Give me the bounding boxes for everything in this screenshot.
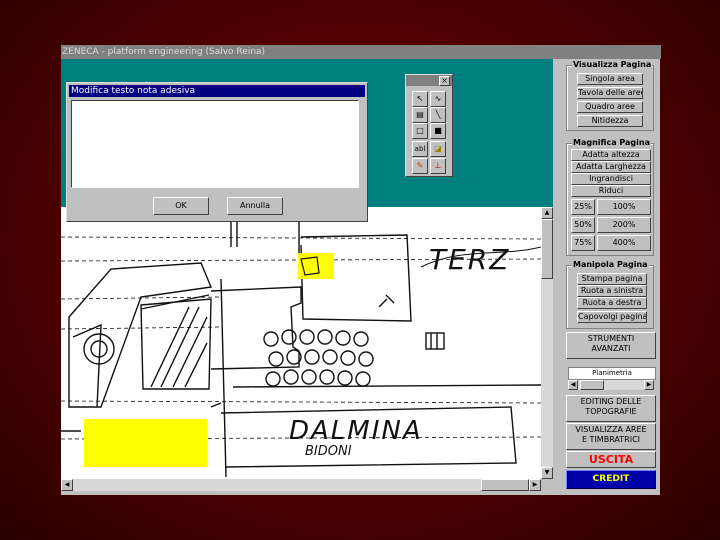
group-title-manipola: Manipola Pagina — [572, 259, 649, 270]
cancel-button[interactable]: Annulla — [227, 197, 283, 215]
dialog-title: Modifica testo nota adesiva — [69, 85, 365, 97]
highlighter-tool-icon[interactable]: ▤ — [412, 107, 428, 123]
text-tool-icon[interactable]: abl — [412, 141, 428, 157]
planimetria-thumb[interactable] — [580, 380, 604, 390]
close-icon[interactable]: × — [439, 76, 450, 86]
ruota-destra-button[interactable]: Ruota a destra — [577, 297, 647, 309]
riduci-button[interactable]: Riduci — [571, 185, 651, 197]
sticky-note-tool-icon[interactable]: ◪ — [430, 141, 446, 157]
toolbox-titlebar[interactable]: × — [406, 75, 452, 86]
scroll-up-icon[interactable]: ▲ — [541, 207, 553, 219]
floorplan-sketch: TERZ DALMINA BIDONI — [61, 207, 541, 478]
strumenti-avanzati-button[interactable]: STRUMENTI AVANZATI — [566, 332, 656, 359]
label-dalmina: DALMINA — [289, 416, 423, 446]
floorplan-canvas[interactable]: TERZ DALMINA BIDONI — [61, 207, 541, 479]
stampa-pagina-button[interactable]: Stampa pagina — [577, 273, 647, 285]
strumenti-line2: AVANZATI — [591, 344, 631, 353]
singola-area-button[interactable]: Singola area — [577, 73, 643, 85]
planimetria-right-icon[interactable]: ▶ — [644, 380, 654, 390]
label-bidoni: BIDONI — [305, 444, 352, 459]
group-manipola-pagina: Manipola Pagina Stampa pagina Ruota a si… — [566, 259, 654, 329]
filled-rectangle-tool-icon[interactable]: ■ — [430, 123, 446, 139]
zoom-100-button[interactable]: 100% — [597, 199, 651, 215]
group-title-visualizza: Visualizza Pagina — [572, 59, 653, 70]
tavola-aree-button[interactable]: Tavola delle aree — [577, 87, 643, 99]
visualizza-aree-button[interactable]: VISUALIZZA AREE E TIMBRATRICI — [566, 423, 656, 450]
control-panel: Visualizza Pagina Singola area Tavola de… — [562, 59, 658, 495]
visualizza-aree-line1: VISUALIZZA AREE — [575, 425, 647, 434]
horizontal-scrollbar[interactable]: ◀ ▶ — [61, 479, 541, 491]
window-title: ZENECA - platform engineering (Salvo Rei… — [61, 45, 661, 59]
pointer-tool-icon[interactable]: ↖ — [412, 91, 428, 107]
planimetria-field[interactable]: Planimetria — [568, 367, 656, 380]
zoom-75-button[interactable]: 75% — [571, 235, 595, 251]
credit-button[interactable]: CREDIT — [566, 470, 656, 489]
editing-topografie-button[interactable]: EDITING DELLE TOPOGRAFIE — [566, 395, 656, 422]
nitidezza-button[interactable]: Nitidezza — [577, 115, 643, 127]
rubber-stamp-tool-icon[interactable]: ⊥ — [430, 158, 446, 174]
note-text-input[interactable] — [71, 100, 359, 188]
editing-line2: TOPOGRAFIE — [585, 407, 637, 416]
group-title-magnifica: Magnifica Pagina — [572, 137, 651, 148]
ingrandisci-button[interactable]: Ingrandisci — [571, 173, 651, 185]
drawing-toolbox: × ↖ ∿ ▤ ╲ □ ■ abl ◪ ✎ ⊥ — [405, 74, 453, 177]
uscita-button[interactable]: USCITA — [566, 451, 656, 468]
vertical-scroll-thumb[interactable] — [541, 219, 553, 279]
quadro-aree-button[interactable]: Quadro aree — [577, 101, 643, 113]
highlight-marker-large[interactable] — [84, 419, 207, 467]
image-stamp-tool-icon[interactable]: ✎ — [412, 158, 428, 174]
group-visualizza-pagina: Visualizza Pagina Singola area Tavola de… — [566, 59, 654, 131]
hollow-rectangle-tool-icon[interactable]: □ — [412, 123, 428, 139]
ok-button[interactable]: OK — [153, 197, 209, 215]
strumenti-line1: STRUMENTI — [587, 334, 635, 343]
zoom-25-button[interactable]: 25% — [571, 199, 595, 215]
scroll-down-icon[interactable]: ▼ — [541, 467, 553, 479]
planimetria-scrollbar[interactable]: ◀ ▶ — [568, 380, 654, 390]
adatta-altezza-button[interactable]: Adatta altezza — [571, 149, 651, 161]
edit-note-dialog: Modifica testo nota adesiva OK Annulla — [66, 82, 368, 222]
vertical-scrollbar[interactable]: ▲ ▼ — [541, 207, 553, 479]
zoom-200-button[interactable]: 200% — [597, 217, 651, 233]
planimetria-left-icon[interactable]: ◀ — [568, 380, 578, 390]
horizontal-scroll-thumb[interactable] — [481, 479, 529, 491]
zoom-400-button[interactable]: 400% — [597, 235, 651, 251]
scroll-right-icon[interactable]: ▶ — [529, 479, 541, 491]
capovolgi-pagina-button[interactable]: Capovolgi pagina — [577, 311, 647, 323]
freehand-tool-icon[interactable]: ∿ — [430, 91, 446, 107]
scroll-left-icon[interactable]: ◀ — [61, 479, 73, 491]
zoom-50-button[interactable]: 50% — [571, 217, 595, 233]
group-magnifica-pagina: Magnifica Pagina Adatta altezza Adatta L… — [566, 137, 654, 256]
visualizza-aree-line2: E TIMBRATRICI — [581, 435, 641, 444]
ruota-sinistra-button[interactable]: Ruota a sinistra — [577, 285, 647, 297]
editing-line1: EDITING DELLE — [580, 397, 642, 406]
adatta-larghezza-button[interactable]: Adatta Larghezza — [571, 161, 651, 173]
label-tert: TERZ — [429, 243, 510, 276]
line-tool-icon[interactable]: ╲ — [430, 107, 446, 123]
